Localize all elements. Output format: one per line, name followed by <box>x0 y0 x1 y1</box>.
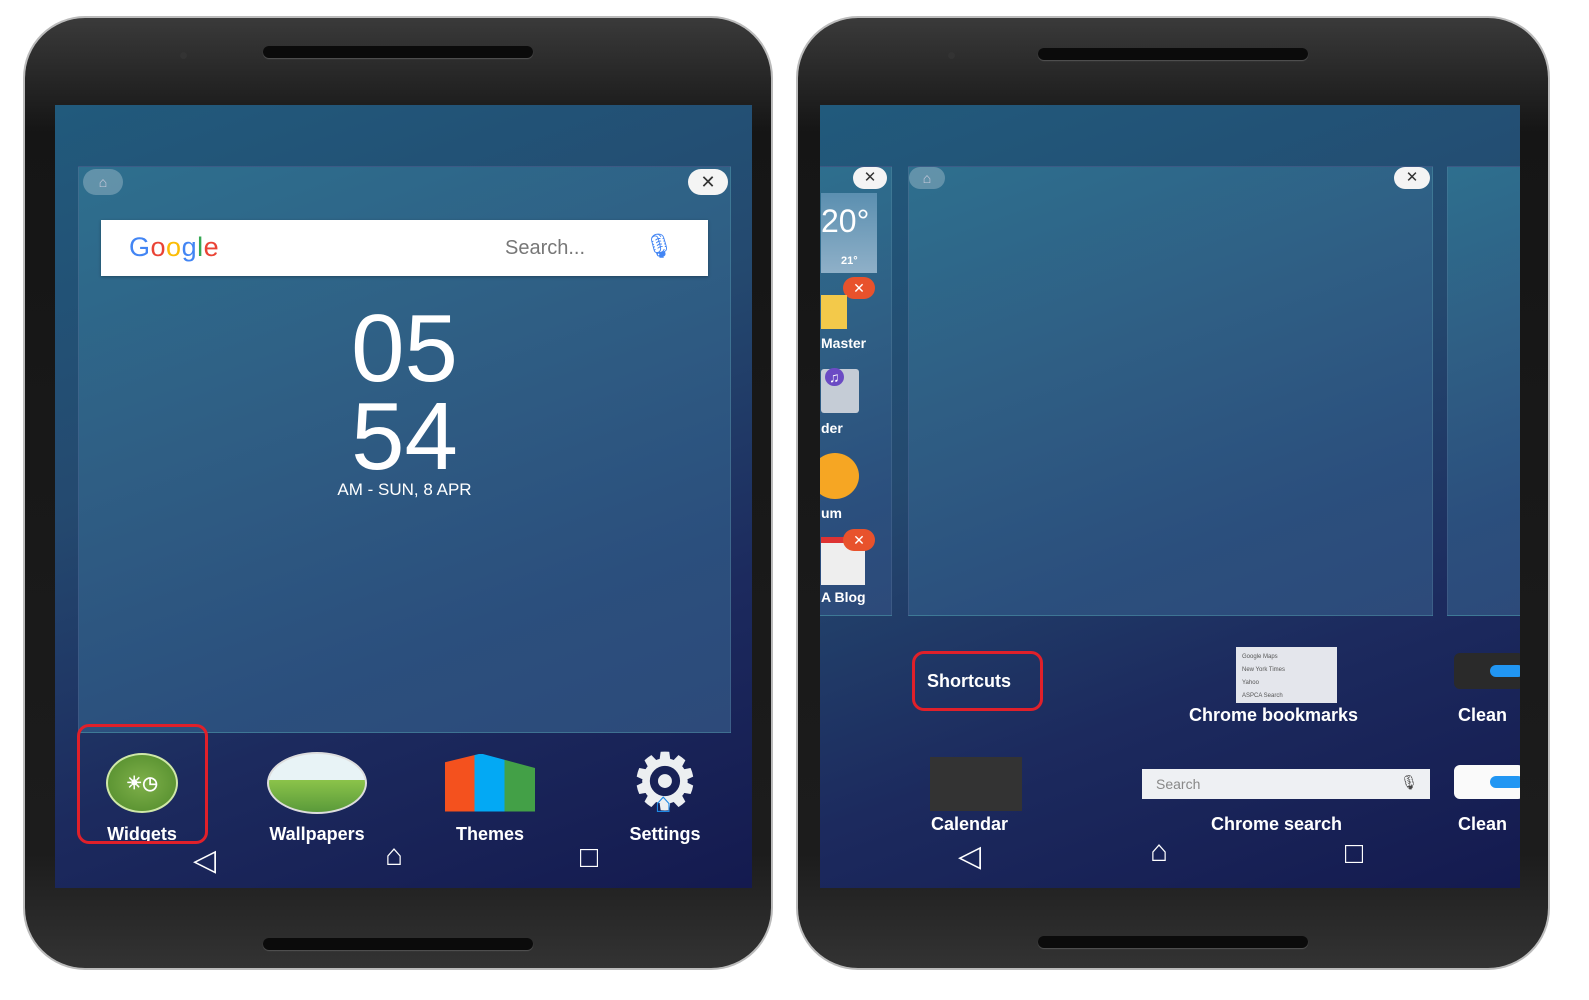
dock-wallpapers[interactable]: Wallpapers <box>252 745 382 845</box>
clock-hour: 05 <box>351 295 458 402</box>
google-logo: Google <box>129 232 220 262</box>
themes-icon <box>425 745 555 820</box>
music-icon: ♫ <box>821 368 859 413</box>
shortcuts-highlight <box>912 651 1043 711</box>
front-camera <box>180 52 187 59</box>
app-label: A Blog <box>821 589 866 605</box>
remove-icon[interactable]: ✕ <box>843 277 875 299</box>
set-home-icon[interactable]: ⌂ <box>83 169 123 195</box>
previous-page-preview[interactable]: ✕ 20° 21° ✕ Master ♫ der um ✕ A Blog <box>820 166 892 616</box>
bottom-speaker <box>1038 936 1308 948</box>
bottom-speaker <box>263 938 533 950</box>
back-button[interactable]: ◁ <box>958 839 981 874</box>
weather-temp: 20° <box>821 203 870 239</box>
album-icon <box>820 453 859 499</box>
dock-themes[interactable]: Themes <box>425 745 555 845</box>
calendar-preview[interactable] <box>930 757 1022 811</box>
weather-sub: 21° <box>841 255 858 267</box>
bookmark-item: Yahoo <box>1242 680 1259 686</box>
clock-date: AM - SUN, 8 APR <box>337 480 472 499</box>
bookmark-item: Google Maps <box>1242 654 1278 660</box>
remove-icon[interactable]: ✕ <box>843 529 875 551</box>
top-speaker <box>1038 48 1308 60</box>
recents-button[interactable]: □ <box>580 841 598 875</box>
set-home-icon[interactable]: ⌂ <box>909 167 945 189</box>
wallpapers-icon <box>252 745 382 820</box>
search-placeholder: Search... <box>505 237 586 259</box>
clock-minute: 54 <box>351 383 458 490</box>
next-page-preview[interactable] <box>1447 166 1520 616</box>
home-screen-preview[interactable]: ⌂ ✕ Google Search... 🎙 05 54 AM - SUN, 8… <box>78 166 731 733</box>
back-button[interactable]: ◁ <box>193 843 216 878</box>
top-speaker <box>263 46 533 58</box>
right-screen: ✕ 20° 21° ✕ Master ♫ der um ✕ A Blog ⌂ ✕… <box>820 105 1520 888</box>
widget-clean[interactable]: Clean <box>1458 705 1507 726</box>
right-phone-frame: ✕ 20° 21° ✕ Master ♫ der um ✕ A Blog ⌂ ✕… <box>798 18 1548 968</box>
close-icon[interactable]: ✕ <box>1394 167 1430 189</box>
app-label: der <box>821 420 843 436</box>
clean-widget-preview-light[interactable] <box>1454 765 1520 799</box>
widgets-highlight <box>77 724 208 844</box>
widget-clean[interactable]: Clean <box>1458 814 1507 835</box>
widget-calendar[interactable]: Calendar <box>931 814 1008 835</box>
close-icon[interactable]: ✕ <box>853 167 887 189</box>
chrome-search-preview[interactable]: Search 🎙 <box>1142 769 1430 799</box>
left-phone-frame: ⌂ ✕ Google Search... 🎙 05 54 AM - SUN, 8… <box>25 18 771 968</box>
widget-chrome-search[interactable]: Chrome search <box>1211 814 1342 835</box>
dock-label: Themes <box>455 824 525 844</box>
chrome-bookmarks-preview[interactable]: Google Maps New York Times Yahoo ASPCA S… <box>1236 647 1337 703</box>
bookmark-item: ASPCA Search <box>1242 693 1283 699</box>
microphone-icon[interactable]: 🎙 <box>644 232 674 261</box>
settings-icon: ⚙ ⌂ <box>630 739 700 825</box>
clean-widget-preview-dark[interactable] <box>1454 653 1520 689</box>
microphone-icon: 🎙 <box>1400 774 1418 790</box>
left-screen: ⌂ ✕ Google Search... 🎙 05 54 AM - SUN, 8… <box>55 105 752 888</box>
google-search-widget[interactable]: Google Search... 🎙 <box>101 220 708 276</box>
home-button[interactable]: ⌂ <box>1150 835 1168 869</box>
clean-master-icon <box>821 295 847 329</box>
front-camera <box>948 52 955 59</box>
close-icon[interactable]: ✕ <box>688 169 728 195</box>
dock-label: Wallpapers <box>269 824 365 844</box>
bookmark-item: New York Times <box>1242 667 1286 673</box>
dock-settings[interactable]: ⚙ ⌂ Settings <box>600 739 730 845</box>
empty-page-preview[interactable]: ⌂ ✕ <box>908 166 1433 616</box>
weather-widget: 20° 21° <box>821 193 877 273</box>
app-label: Master <box>821 335 867 351</box>
widget-chrome-bookmarks[interactable]: Chrome bookmarks <box>1189 705 1358 726</box>
search-placeholder: Search <box>1156 776 1201 792</box>
home-button[interactable]: ⌂ <box>385 839 403 873</box>
app-label: um <box>821 505 842 521</box>
recents-button[interactable]: □ <box>1345 837 1363 871</box>
